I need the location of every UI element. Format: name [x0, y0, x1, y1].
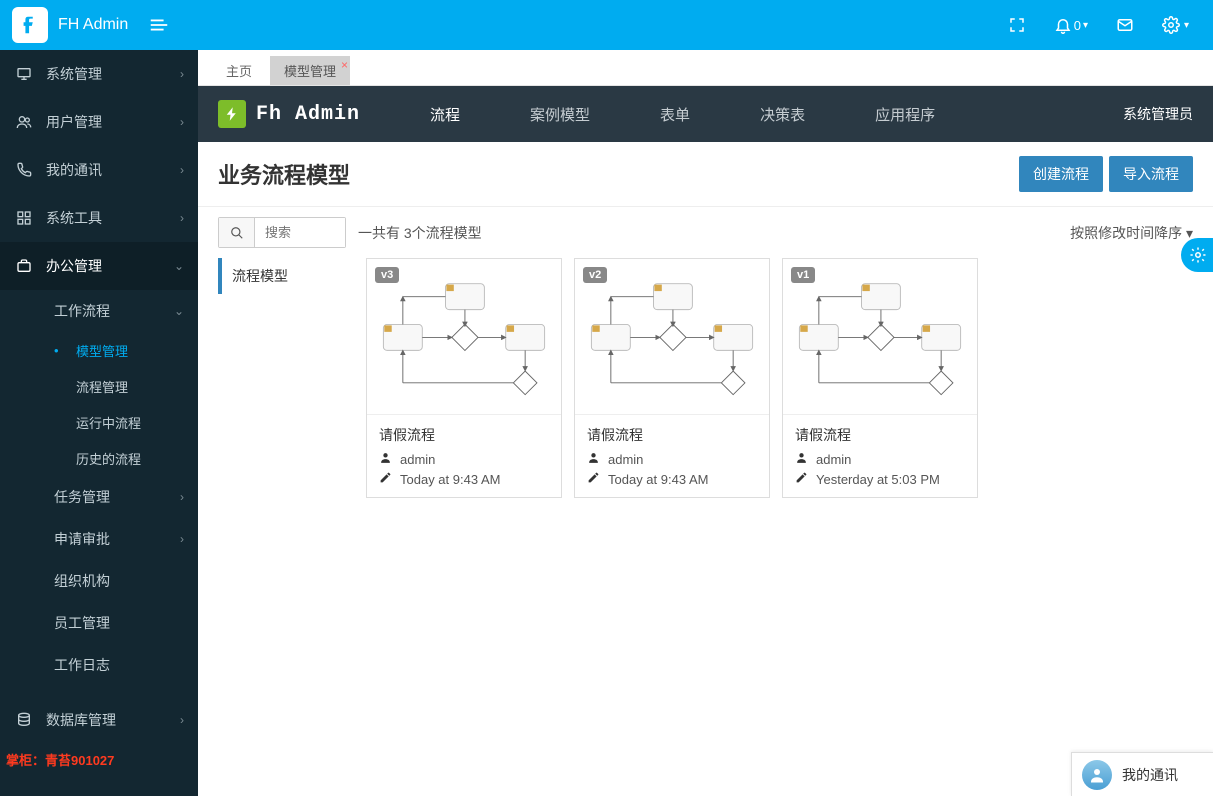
brand-title: FH Admin	[58, 16, 128, 34]
page-tabs: 主页 模型管理 ×	[198, 50, 1213, 86]
users-icon	[16, 114, 34, 130]
user-icon	[587, 451, 600, 467]
sidebar-item-office[interactable]: 办公管理 ⌄	[0, 242, 198, 290]
sidebar-sub2-running[interactable]: 运行中流程	[0, 404, 198, 440]
sidebar-label: 办公管理	[46, 256, 102, 276]
search-button[interactable]	[219, 218, 255, 247]
chevron-right-icon: ›	[180, 67, 184, 81]
brand-logo	[12, 7, 48, 43]
card-time: Today at 9:43 AM	[400, 472, 500, 487]
chevron-right-icon: ›	[180, 115, 184, 129]
search-input[interactable]	[255, 218, 345, 247]
pencil-icon	[379, 471, 392, 487]
card-preview: v1	[783, 259, 977, 415]
monitor-icon	[16, 66, 34, 82]
card-author: admin	[400, 452, 435, 467]
phone-icon	[16, 162, 34, 178]
card-preview: v2	[575, 259, 769, 415]
chevron-right-icon: ›	[180, 163, 184, 177]
card-title: 请假流程	[379, 425, 549, 445]
fullscreen-icon[interactable]	[1008, 16, 1026, 34]
workbench-logo-text: Fh Admin	[256, 103, 360, 126]
model-card[interactable]: v3 请假流程 admin Today at 9:43 AM	[366, 258, 562, 498]
user-icon	[795, 451, 808, 467]
sidebar-label: 我的通讯	[46, 160, 102, 180]
sidebar-sub-task[interactable]: 任务管理 ›	[0, 476, 198, 518]
filter-process-model[interactable]: 流程模型	[218, 258, 348, 294]
card-title: 请假流程	[587, 425, 757, 445]
chat-label: 我的通讯	[1122, 765, 1178, 785]
sidebar-label: 系统管理	[46, 64, 102, 84]
count-text: 一共有 3个流程模型	[358, 223, 482, 243]
close-icon[interactable]: ×	[341, 58, 348, 72]
sidebar-item-comm[interactable]: 我的通讯 ›	[0, 146, 198, 194]
sidebar-sub2-model[interactable]: 模型管理	[0, 332, 198, 368]
tab-home[interactable]: 主页	[212, 56, 266, 85]
card-time: Today at 9:43 AM	[608, 472, 708, 487]
pencil-icon	[587, 471, 600, 487]
sidebar: 系统管理 › 用户管理 › 我的通讯 › 系统工具 › 办公管理 ⌄	[0, 50, 198, 796]
notification-count: 0	[1074, 18, 1081, 33]
import-process-button[interactable]: 导入流程	[1109, 156, 1193, 192]
sidebar-sub-org[interactable]: 组织机构	[0, 560, 198, 602]
mail-icon[interactable]	[1116, 16, 1134, 34]
page-title: 业务流程模型	[218, 158, 350, 190]
chevron-right-icon: ›	[180, 211, 184, 225]
sidebar-item-tools[interactable]: 系统工具 ›	[0, 194, 198, 242]
wb-nav-case[interactable]: 案例模型	[520, 86, 600, 143]
chevron-right-icon: ›	[180, 713, 184, 727]
settings-gear-icon[interactable]: ▾	[1162, 16, 1189, 34]
floating-settings-button[interactable]	[1181, 238, 1213, 272]
sidebar-sub-employee[interactable]: 员工管理	[0, 602, 198, 644]
grid-icon	[16, 210, 34, 226]
workbench-logo: Fh Admin	[218, 100, 360, 128]
sidebar-sub2-history[interactable]: 历史的流程	[0, 440, 198, 476]
wb-nav-process[interactable]: 流程	[420, 86, 470, 143]
sidebar-label: 数据库管理	[46, 710, 116, 730]
menu-toggle-icon[interactable]	[148, 14, 170, 36]
tab-model[interactable]: 模型管理 ×	[270, 56, 350, 85]
pencil-icon	[795, 471, 808, 487]
wb-nav-decision[interactable]: 决策表	[750, 86, 815, 143]
notification-bell-icon[interactable]: 0 ▾	[1054, 16, 1088, 34]
card-time: Yesterday at 5:03 PM	[816, 472, 940, 487]
version-badge: v3	[375, 267, 399, 283]
chat-widget[interactable]: 我的通讯	[1071, 752, 1213, 796]
wb-nav-app[interactable]: 应用程序	[865, 86, 945, 143]
user-icon	[379, 451, 392, 467]
sidebar-item-user[interactable]: 用户管理 ›	[0, 98, 198, 146]
model-card[interactable]: v1 请假流程 admin Yesterday at 5:03 PM	[782, 258, 978, 498]
sidebar-sub2-process[interactable]: 流程管理	[0, 368, 198, 404]
card-author: admin	[608, 452, 643, 467]
sidebar-item-database[interactable]: 数据库管理 ›	[0, 696, 198, 744]
sidebar-sub-label: 工作流程	[54, 301, 110, 321]
sidebar-sub-worklog[interactable]: 工作日志	[0, 644, 198, 686]
chevron-right-icon: ›	[180, 532, 184, 546]
sidebar-sub-workflow[interactable]: 工作流程 ⌄	[0, 290, 198, 332]
workbench-logo-mark	[218, 100, 246, 128]
card-preview: v3	[367, 259, 561, 415]
wb-user-label[interactable]: 系统管理员	[1123, 104, 1193, 124]
chevron-right-icon: ›	[180, 490, 184, 504]
sidebar-sub-approve[interactable]: 申请审批 ›	[0, 518, 198, 560]
version-badge: v1	[791, 267, 815, 283]
model-card[interactable]: v2 请假流程 admin Today at 9:43 AM	[574, 258, 770, 498]
sidebar-label: 用户管理	[46, 112, 102, 132]
card-author: admin	[816, 452, 851, 467]
briefcase-icon	[16, 258, 34, 274]
chevron-down-icon: ⌄	[174, 304, 184, 318]
version-badge: v2	[583, 267, 607, 283]
watermark-text: 掌柜：青苔901027	[0, 744, 198, 769]
sort-dropdown[interactable]: 按照修改时间降序 ▾	[1070, 223, 1193, 243]
card-title: 请假流程	[795, 425, 965, 445]
create-process-button[interactable]: 创建流程	[1019, 156, 1103, 192]
avatar-icon	[1082, 760, 1112, 790]
wb-nav-form[interactable]: 表单	[650, 86, 700, 143]
sidebar-sub-label: 申请审批	[54, 529, 110, 549]
sidebar-item-system[interactable]: 系统管理 ›	[0, 50, 198, 98]
sidebar-label: 系统工具	[46, 208, 102, 228]
database-icon	[16, 712, 34, 728]
sidebar-sub-label: 任务管理	[54, 487, 110, 507]
chevron-down-icon: ⌄	[174, 259, 184, 273]
